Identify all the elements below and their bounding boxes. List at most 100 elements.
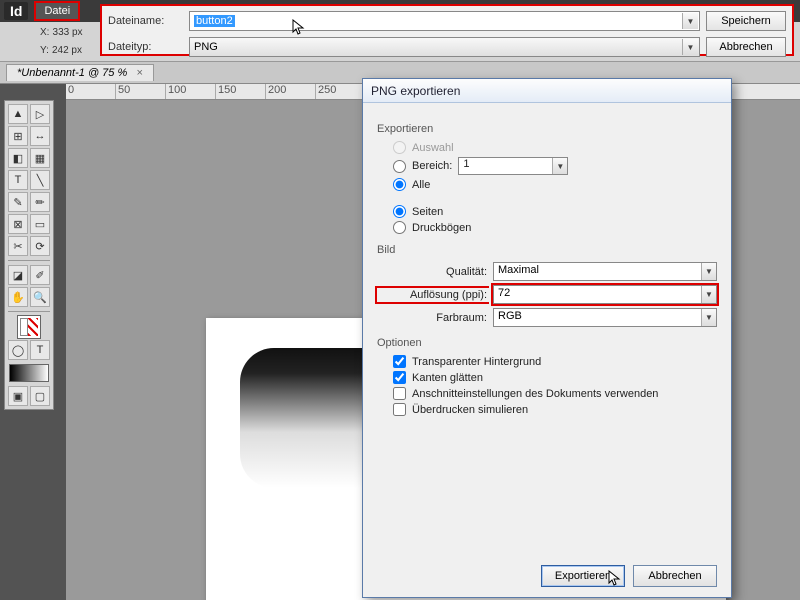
resolution-label: Auflösung (ppi):	[375, 286, 489, 304]
content-placer-icon[interactable]: ▦	[30, 148, 50, 168]
radio-auswahl-input	[393, 141, 406, 154]
check-anschnitt[interactable]: Anschnitteinstellungen des Dokuments ver…	[393, 387, 717, 400]
view-mode-preview-icon[interactable]: ▢	[30, 386, 50, 406]
coord-y-value: 242 px	[52, 45, 82, 56]
chevron-down-icon[interactable]: ▼	[552, 158, 567, 174]
radio-bereich[interactable]: Bereich: 1▼	[393, 157, 717, 175]
zoom-tool-icon[interactable]: 🔍	[30, 287, 50, 307]
check-trans-input[interactable]	[393, 355, 406, 368]
bereich-value: 1	[463, 158, 469, 170]
direct-selection-tool-icon[interactable]: ▷	[30, 104, 50, 124]
check-trans[interactable]: Transparenter Hintergrund	[393, 355, 717, 368]
radio-seiten-label: Seiten	[412, 206, 443, 218]
check-ueber-label: Überdrucken simulieren	[412, 404, 528, 416]
toolbox: ▲ ▷ ⊞ ↔ ◧ ▦ T ╲ ✎ ✏ ⊠ ▭ ✂ ⟳ ◪ ✐ ✋ 🔍 ◯ T …	[4, 100, 54, 410]
colorspace-value: RGB	[498, 310, 522, 322]
radio-seiten[interactable]: Seiten	[393, 205, 717, 218]
rectangle-frame-icon[interactable]: ⊠	[8, 214, 28, 234]
line-tool-icon[interactable]: ╲	[30, 170, 50, 190]
radio-druck-label: Druckbögen	[412, 222, 471, 234]
pencil-tool-icon[interactable]: ✏	[30, 192, 50, 212]
gradient-swatch[interactable]	[8, 362, 50, 384]
coord-x-value: 333 px	[53, 27, 83, 38]
separator	[8, 260, 50, 261]
check-ueberdrucken[interactable]: Überdrucken simulieren	[393, 403, 717, 416]
check-kanten[interactable]: Kanten glätten	[393, 371, 717, 384]
colorspace-label: Farbraum:	[377, 312, 487, 324]
check-kanten-input[interactable]	[393, 371, 406, 384]
chevron-down-icon[interactable]: ▼	[701, 309, 716, 326]
menu-datei[interactable]: Datei	[34, 1, 80, 21]
save-button[interactable]: Speichern	[706, 11, 786, 31]
section-bild: Bild	[377, 244, 717, 256]
file-save-panel: Dateiname: button2 ▼ Speichern Dateityp:…	[100, 4, 794, 56]
radio-auswahl: Auswahl	[393, 141, 717, 154]
ruler-tick: 100	[166, 84, 216, 99]
type-tool-icon[interactable]: T	[8, 170, 28, 190]
radio-bereich-label: Bereich:	[412, 160, 452, 172]
eyedropper-tool-icon[interactable]: ✐	[30, 265, 50, 285]
transform-tool-icon[interactable]: ⟳	[30, 236, 50, 256]
filename-value: button2	[194, 15, 235, 27]
fill-stroke-swatch[interactable]	[8, 316, 50, 338]
ruler-tick: 250	[316, 84, 366, 99]
selection-tool-icon[interactable]: ▲	[8, 104, 28, 124]
close-icon[interactable]: ×	[136, 67, 142, 79]
check-kanten-label: Kanten glätten	[412, 372, 483, 384]
dialog-cancel-button[interactable]: Abbrechen	[633, 565, 717, 587]
filetype-dropdown-icon[interactable]: ▼	[682, 39, 698, 55]
quality-label: Qualität:	[377, 266, 487, 278]
resolution-select[interactable]: 72 ▼	[493, 285, 717, 304]
document-tab[interactable]: *Unbenannt-1 @ 75 % ×	[6, 64, 154, 81]
gradient-tool-icon[interactable]: ◪	[8, 265, 28, 285]
chevron-down-icon[interactable]: ▼	[701, 263, 716, 280]
radio-druck-input[interactable]	[393, 221, 406, 234]
ruler-tick: 150	[216, 84, 266, 99]
export-button[interactable]: Exportieren	[541, 565, 625, 587]
content-tool-icon[interactable]: ◧	[8, 148, 28, 168]
ruler-tick: 200	[266, 84, 316, 99]
gap-tool-icon[interactable]: ↔	[30, 126, 50, 146]
resolution-value: 72	[498, 287, 510, 299]
radio-bereich-input[interactable]	[393, 160, 406, 173]
chevron-down-icon[interactable]: ▼	[701, 286, 716, 303]
filetype-select[interactable]: PNG ▼	[189, 37, 700, 57]
app-logo: Id	[4, 2, 28, 20]
radio-alle-input[interactable]	[393, 178, 406, 191]
filetype-value: PNG	[194, 41, 218, 53]
quality-select[interactable]: Maximal ▼	[493, 262, 717, 281]
radio-alle[interactable]: Alle	[393, 178, 717, 191]
png-export-dialog: PNG exportieren Exportieren Auswahl Bere…	[362, 78, 732, 598]
separator	[8, 311, 50, 312]
check-anschnitt-label: Anschnitteinstellungen des Dokuments ver…	[412, 388, 658, 400]
page-tool-icon[interactable]: ⊞	[8, 126, 28, 146]
colorspace-select[interactable]: RGB ▼	[493, 308, 717, 327]
rectangle-tool-icon[interactable]: ▭	[30, 214, 50, 234]
quality-value: Maximal	[498, 264, 539, 276]
section-exportieren: Exportieren	[377, 123, 717, 135]
radio-seiten-input[interactable]	[393, 205, 406, 218]
ruler-tick: 50	[116, 84, 166, 99]
filename-input[interactable]: button2 ▼	[189, 11, 700, 31]
section-optionen: Optionen	[377, 337, 717, 349]
filetype-label: Dateityp:	[108, 41, 183, 53]
coord-x-label: X:	[40, 27, 49, 38]
formatting-text-icon[interactable]: T	[30, 340, 50, 360]
hand-tool-icon[interactable]: ✋	[8, 287, 28, 307]
radio-auswahl-label: Auswahl	[412, 142, 454, 154]
view-mode-normal-icon[interactable]: ▣	[8, 386, 28, 406]
check-ueber-input[interactable]	[393, 403, 406, 416]
radio-druckboegen[interactable]: Druckbögen	[393, 221, 717, 234]
radio-alle-label: Alle	[412, 179, 430, 191]
formatting-container-icon[interactable]: ◯	[8, 340, 28, 360]
cancel-button[interactable]: Abbrechen	[706, 37, 786, 57]
filename-dropdown-icon[interactable]: ▼	[682, 13, 698, 29]
check-trans-label: Transparenter Hintergrund	[412, 356, 541, 368]
coord-y-label: Y:	[40, 45, 49, 56]
check-anschnitt-input[interactable]	[393, 387, 406, 400]
scissors-tool-icon[interactable]: ✂	[8, 236, 28, 256]
document-tab-title: *Unbenannt-1 @ 75 %	[17, 67, 127, 79]
pen-tool-icon[interactable]: ✎	[8, 192, 28, 212]
dialog-title: PNG exportieren	[363, 79, 731, 103]
bereich-select[interactable]: 1▼	[458, 157, 568, 175]
